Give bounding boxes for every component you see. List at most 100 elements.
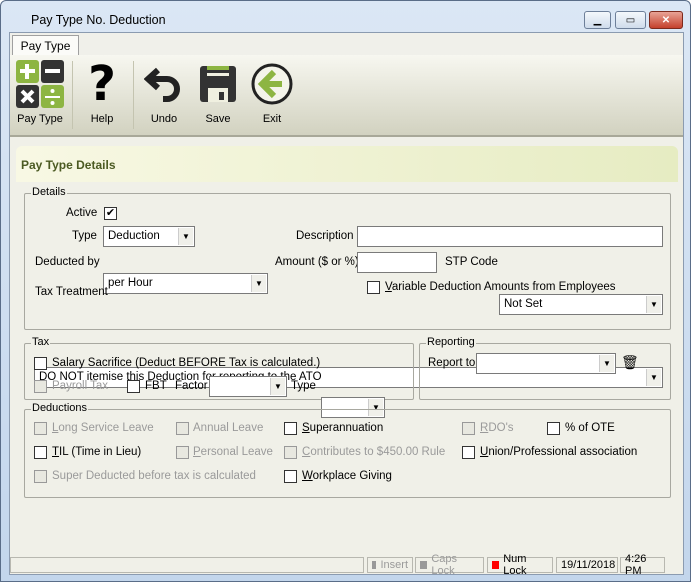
deducted-by-value: per Hour: [108, 277, 153, 289]
union-checkbox[interactable]: [462, 446, 475, 459]
contributes-450-checkbox[interactable]: [284, 446, 297, 459]
undo-label: Undo: [150, 113, 178, 125]
type-select[interactable]: Deduction ▼: [103, 226, 195, 247]
caps-lock-indicator: Caps Lock: [415, 553, 484, 577]
tax-type-label: Type: [291, 380, 316, 392]
caps-lock-label: Caps Lock: [431, 553, 458, 577]
tax-treatment-label: Tax Treatment: [35, 286, 108, 298]
report-to-select[interactable]: ▼: [476, 353, 616, 374]
workplace-giving-checkbox[interactable]: [284, 470, 297, 483]
amount-input[interactable]: [357, 252, 437, 273]
toolbar: Pay Type ? Help Undo Save Exit: [10, 55, 683, 137]
report-to-label: Report to: [428, 357, 476, 369]
section-title: Pay Type Details: [21, 158, 116, 172]
description-input[interactable]: [357, 226, 663, 247]
stp-code-value: Not Set: [504, 298, 543, 310]
chevron-down-icon: ▼: [599, 355, 614, 372]
payroll-tax-label: Payroll Tax: [52, 380, 109, 392]
deducted-by-label: Deducted by: [35, 256, 100, 268]
toolbar-separator: [133, 61, 134, 129]
long-service-leave-label: Long Service Leave: [52, 422, 154, 434]
description-label: Description: [296, 230, 354, 242]
tax-legend: Tax: [31, 336, 51, 348]
help-button[interactable]: ? Help: [73, 56, 131, 131]
exit-arrow-icon: [247, 59, 297, 109]
pay-type-details-header: Pay Type Details: [16, 146, 678, 182]
til-checkbox[interactable]: [34, 446, 47, 459]
superannuation-checkbox[interactable]: [284, 422, 297, 435]
contributes-450-label: Contributes to $450.00 Rule: [302, 446, 446, 458]
variable-deduction-checkbox[interactable]: [367, 281, 380, 294]
fbt-checkbox[interactable]: [127, 380, 140, 393]
exit-button[interactable]: Exit: [243, 59, 301, 131]
deducted-by-select[interactable]: per Hour ▼: [103, 273, 268, 294]
minimize-button[interactable]: ▁: [584, 11, 611, 29]
pay-type-button[interactable]: Pay Type: [11, 59, 69, 131]
insert-indicator: Insert: [367, 557, 413, 573]
insert-label: Insert: [380, 559, 408, 571]
tab-pay-type[interactable]: Pay Type: [12, 35, 79, 56]
active-label: Active: [66, 207, 98, 219]
window: Pay Type No. Deduction ▁ ▭ ✕ Pay Type Pa…: [0, 0, 691, 582]
help-label: Help: [90, 113, 114, 125]
save-label: Save: [205, 113, 231, 125]
date-label: 19/11/2018: [561, 559, 616, 571]
stp-code-select[interactable]: Not Set ▼: [499, 294, 663, 315]
deductions-legend: Deductions: [31, 402, 89, 414]
amount-label: Amount ($ or %): [275, 256, 359, 268]
long-service-leave-checkbox[interactable]: [34, 422, 47, 435]
client-area: Pay Type Pay Type ? Help Undo Save Exit …: [9, 32, 684, 577]
status-message-panel: [10, 557, 364, 573]
active-checkbox[interactable]: ✔: [104, 207, 117, 220]
factor-label: Factor: [175, 380, 208, 392]
superannuation-label: Superannuation: [302, 422, 384, 434]
percent-ote-checkbox[interactable]: [547, 422, 560, 435]
type-label: Type: [72, 230, 97, 242]
reporting-group: Reporting Report to ▼ 🗑: [419, 336, 671, 400]
rdos-checkbox[interactable]: [462, 422, 475, 435]
reporting-legend: Reporting: [426, 336, 476, 348]
num-lock-indicator: Num Lock: [487, 553, 553, 577]
payroll-tax-checkbox[interactable]: [34, 380, 47, 393]
annual-leave-checkbox[interactable]: [176, 422, 189, 435]
details-group: Details Active ✔ Type Deduction ▼ Descrip…: [24, 186, 671, 388]
tab-strip: Pay Type: [10, 33, 683, 56]
personal-leave-checkbox[interactable]: [176, 446, 189, 459]
type-value: Deduction: [108, 230, 160, 242]
workplace-giving-label: Workplace Giving: [302, 470, 392, 482]
factor-select[interactable]: ▼: [209, 376, 287, 397]
variable-deduction-label: Variable Deduction Amounts from Employee…: [385, 281, 616, 293]
salary-sacrifice-checkbox[interactable]: [34, 357, 47, 370]
undo-button[interactable]: Undo: [135, 59, 193, 131]
time-label: 4:26 PM: [625, 553, 647, 577]
chevron-down-icon: ▼: [646, 296, 661, 313]
time-panel: 4:26 PM: [620, 553, 665, 577]
exit-label: Exit: [262, 113, 282, 125]
date-panel: 19/11/2018: [556, 557, 618, 573]
percent-ote-label: % of OTE: [565, 422, 615, 434]
details-legend: Details: [31, 186, 67, 198]
til-label: TIL (Time in Lieu): [52, 446, 142, 458]
save-button[interactable]: Save: [189, 59, 247, 131]
save-icon: [193, 59, 243, 109]
deductions-group: Deductions Long Service Leave Annual Lea…: [24, 402, 671, 498]
union-label: Union/Professional association: [480, 446, 638, 458]
trash-icon[interactable]: 🗑: [621, 354, 639, 371]
tax-group: Tax Salary Sacrifice (Deduct BEFORE Tax …: [24, 336, 414, 418]
chevron-down-icon: ▼: [270, 378, 285, 395]
num-lock-label: Num Lock: [503, 553, 527, 577]
super-deducted-label: Super Deducted before tax is calculated: [52, 470, 256, 482]
chevron-down-icon: ▼: [251, 275, 266, 292]
salary-sacrifice-label: Salary Sacrifice (Deduct BEFORE Tax is c…: [52, 357, 321, 369]
chevron-down-icon: ▼: [178, 228, 193, 245]
close-button[interactable]: ✕: [649, 11, 683, 29]
stp-code-label: STP Code: [445, 256, 498, 268]
undo-icon: [139, 59, 189, 109]
question-icon: ?: [88, 56, 116, 112]
personal-leave-label: Personal Leave: [193, 446, 273, 458]
pay-type-label: Pay Type: [17, 113, 63, 125]
fbt-label: FBT: [145, 380, 167, 392]
super-deducted-checkbox[interactable]: [34, 470, 47, 483]
rdos-label: RDO's: [480, 422, 514, 434]
maximize-button[interactable]: ▭: [615, 11, 646, 29]
